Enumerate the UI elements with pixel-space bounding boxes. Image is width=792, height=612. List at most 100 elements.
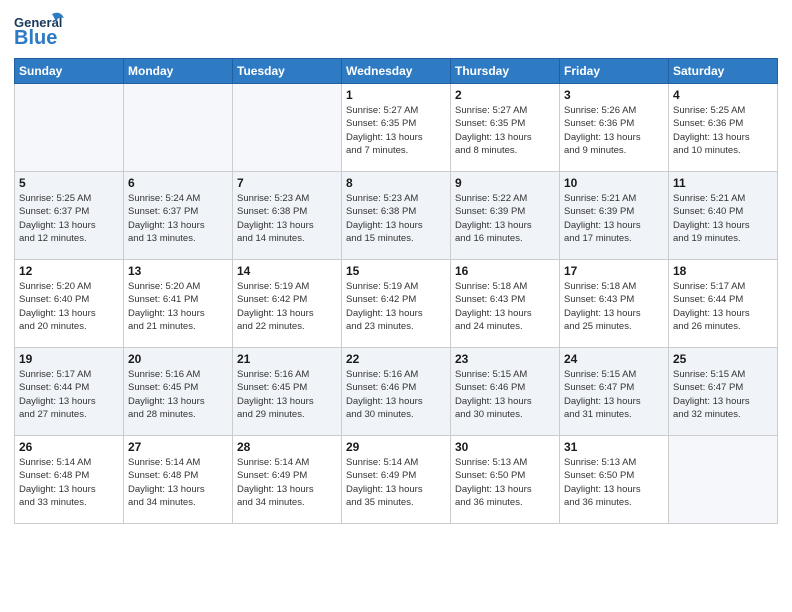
day-info: Sunrise: 5:18 AM Sunset: 6:43 PM Dayligh…: [455, 280, 555, 333]
page: GeneralBlue SundayMondayTuesdayWednesday…: [0, 0, 792, 612]
day-number: 13: [128, 264, 228, 278]
day-number: 30: [455, 440, 555, 454]
day-number: 20: [128, 352, 228, 366]
day-header-tuesday: Tuesday: [233, 59, 342, 84]
week-row-4: 19 Sunrise: 5:17 AM Sunset: 6:44 PM Dayli…: [15, 348, 778, 436]
day-number: 17: [564, 264, 664, 278]
day-number: 24: [564, 352, 664, 366]
calendar-cell: [669, 436, 778, 524]
day-info: Sunrise: 5:15 AM Sunset: 6:47 PM Dayligh…: [673, 368, 773, 421]
day-number: 9: [455, 176, 555, 190]
calendar-cell: 18 Sunrise: 5:17 AM Sunset: 6:44 PM Dayli…: [669, 260, 778, 348]
calendar-cell: 17 Sunrise: 5:18 AM Sunset: 6:43 PM Dayli…: [560, 260, 669, 348]
day-number: 4: [673, 88, 773, 102]
logo: GeneralBlue: [14, 10, 66, 52]
day-header-thursday: Thursday: [451, 59, 560, 84]
day-info: Sunrise: 5:14 AM Sunset: 6:49 PM Dayligh…: [237, 456, 337, 509]
week-row-1: 1 Sunrise: 5:27 AM Sunset: 6:35 PM Daylig…: [15, 84, 778, 172]
day-number: 12: [19, 264, 119, 278]
day-info: Sunrise: 5:13 AM Sunset: 6:50 PM Dayligh…: [455, 456, 555, 509]
calendar-cell: 30 Sunrise: 5:13 AM Sunset: 6:50 PM Dayli…: [451, 436, 560, 524]
calendar-cell: 4 Sunrise: 5:25 AM Sunset: 6:36 PM Daylig…: [669, 84, 778, 172]
day-info: Sunrise: 5:15 AM Sunset: 6:46 PM Dayligh…: [455, 368, 555, 421]
day-number: 5: [19, 176, 119, 190]
day-info: Sunrise: 5:26 AM Sunset: 6:36 PM Dayligh…: [564, 104, 664, 157]
day-number: 14: [237, 264, 337, 278]
day-number: 6: [128, 176, 228, 190]
day-number: 15: [346, 264, 446, 278]
week-row-3: 12 Sunrise: 5:20 AM Sunset: 6:40 PM Dayli…: [15, 260, 778, 348]
day-info: Sunrise: 5:27 AM Sunset: 6:35 PM Dayligh…: [346, 104, 446, 157]
day-info: Sunrise: 5:16 AM Sunset: 6:46 PM Dayligh…: [346, 368, 446, 421]
day-info: Sunrise: 5:23 AM Sunset: 6:38 PM Dayligh…: [346, 192, 446, 245]
day-info: Sunrise: 5:14 AM Sunset: 6:48 PM Dayligh…: [128, 456, 228, 509]
day-info: Sunrise: 5:23 AM Sunset: 6:38 PM Dayligh…: [237, 192, 337, 245]
day-number: 25: [673, 352, 773, 366]
day-number: 21: [237, 352, 337, 366]
day-info: Sunrise: 5:21 AM Sunset: 6:39 PM Dayligh…: [564, 192, 664, 245]
day-number: 29: [346, 440, 446, 454]
day-header-friday: Friday: [560, 59, 669, 84]
day-number: 11: [673, 176, 773, 190]
calendar-cell: [124, 84, 233, 172]
day-number: 19: [19, 352, 119, 366]
day-info: Sunrise: 5:25 AM Sunset: 6:37 PM Dayligh…: [19, 192, 119, 245]
calendar-cell: 1 Sunrise: 5:27 AM Sunset: 6:35 PM Daylig…: [342, 84, 451, 172]
calendar-cell: 23 Sunrise: 5:15 AM Sunset: 6:46 PM Dayli…: [451, 348, 560, 436]
calendar-cell: [15, 84, 124, 172]
header: GeneralBlue: [14, 10, 778, 52]
calendar-cell: 5 Sunrise: 5:25 AM Sunset: 6:37 PM Daylig…: [15, 172, 124, 260]
day-info: Sunrise: 5:15 AM Sunset: 6:47 PM Dayligh…: [564, 368, 664, 421]
day-header-wednesday: Wednesday: [342, 59, 451, 84]
day-info: Sunrise: 5:20 AM Sunset: 6:40 PM Dayligh…: [19, 280, 119, 333]
day-number: 8: [346, 176, 446, 190]
day-number: 31: [564, 440, 664, 454]
calendar-cell: 24 Sunrise: 5:15 AM Sunset: 6:47 PM Dayli…: [560, 348, 669, 436]
day-number: 28: [237, 440, 337, 454]
calendar-cell: 26 Sunrise: 5:14 AM Sunset: 6:48 PM Dayli…: [15, 436, 124, 524]
calendar-cell: 15 Sunrise: 5:19 AM Sunset: 6:42 PM Dayli…: [342, 260, 451, 348]
calendar-cell: 31 Sunrise: 5:13 AM Sunset: 6:50 PM Dayli…: [560, 436, 669, 524]
day-number: 16: [455, 264, 555, 278]
day-info: Sunrise: 5:16 AM Sunset: 6:45 PM Dayligh…: [128, 368, 228, 421]
calendar: SundayMondayTuesdayWednesdayThursdayFrid…: [14, 58, 778, 524]
calendar-cell: 3 Sunrise: 5:26 AM Sunset: 6:36 PM Daylig…: [560, 84, 669, 172]
day-header-monday: Monday: [124, 59, 233, 84]
calendar-cell: [233, 84, 342, 172]
days-header-row: SundayMondayTuesdayWednesdayThursdayFrid…: [15, 59, 778, 84]
day-info: Sunrise: 5:21 AM Sunset: 6:40 PM Dayligh…: [673, 192, 773, 245]
calendar-cell: 22Sunrise: 5:16 AM Sunset: 6:46 PM Dayli…: [342, 348, 451, 436]
day-number: 2: [455, 88, 555, 102]
day-info: Sunrise: 5:13 AM Sunset: 6:50 PM Dayligh…: [564, 456, 664, 509]
day-info: Sunrise: 5:18 AM Sunset: 6:43 PM Dayligh…: [564, 280, 664, 333]
day-info: Sunrise: 5:17 AM Sunset: 6:44 PM Dayligh…: [19, 368, 119, 421]
calendar-cell: 20 Sunrise: 5:16 AM Sunset: 6:45 PM Dayli…: [124, 348, 233, 436]
calendar-cell: 11 Sunrise: 5:21 AM Sunset: 6:40 PM Dayli…: [669, 172, 778, 260]
day-info: Sunrise: 5:14 AM Sunset: 6:49 PM Dayligh…: [346, 456, 446, 509]
day-info: Sunrise: 5:19 AM Sunset: 6:42 PM Dayligh…: [346, 280, 446, 333]
day-number: 23: [455, 352, 555, 366]
day-info: Sunrise: 5:14 AM Sunset: 6:48 PM Dayligh…: [19, 456, 119, 509]
week-row-5: 26 Sunrise: 5:14 AM Sunset: 6:48 PM Dayli…: [15, 436, 778, 524]
svg-text:Blue: Blue: [14, 27, 57, 49]
calendar-cell: 10Sunrise: 5:21 AM Sunset: 6:39 PM Dayli…: [560, 172, 669, 260]
calendar-cell: 7Sunrise: 5:23 AM Sunset: 6:38 PM Daylig…: [233, 172, 342, 260]
calendar-cell: 2 Sunrise: 5:27 AM Sunset: 6:35 PM Daylig…: [451, 84, 560, 172]
logo-svg: GeneralBlue: [14, 10, 66, 52]
day-info: Sunrise: 5:17 AM Sunset: 6:44 PM Dayligh…: [673, 280, 773, 333]
day-number: 1: [346, 88, 446, 102]
day-info: Sunrise: 5:25 AM Sunset: 6:36 PM Dayligh…: [673, 104, 773, 157]
calendar-cell: 25 Sunrise: 5:15 AM Sunset: 6:47 PM Dayli…: [669, 348, 778, 436]
calendar-cell: 27Sunrise: 5:14 AM Sunset: 6:48 PM Dayli…: [124, 436, 233, 524]
day-header-saturday: Saturday: [669, 59, 778, 84]
calendar-cell: 21Sunrise: 5:16 AM Sunset: 6:45 PM Dayli…: [233, 348, 342, 436]
day-info: Sunrise: 5:20 AM Sunset: 6:41 PM Dayligh…: [128, 280, 228, 333]
day-info: Sunrise: 5:27 AM Sunset: 6:35 PM Dayligh…: [455, 104, 555, 157]
calendar-cell: 6 Sunrise: 5:24 AM Sunset: 6:37 PM Daylig…: [124, 172, 233, 260]
day-info: Sunrise: 5:24 AM Sunset: 6:37 PM Dayligh…: [128, 192, 228, 245]
day-header-sunday: Sunday: [15, 59, 124, 84]
day-number: 3: [564, 88, 664, 102]
day-number: 18: [673, 264, 773, 278]
day-number: 26: [19, 440, 119, 454]
calendar-cell: 14Sunrise: 5:19 AM Sunset: 6:42 PM Dayli…: [233, 260, 342, 348]
